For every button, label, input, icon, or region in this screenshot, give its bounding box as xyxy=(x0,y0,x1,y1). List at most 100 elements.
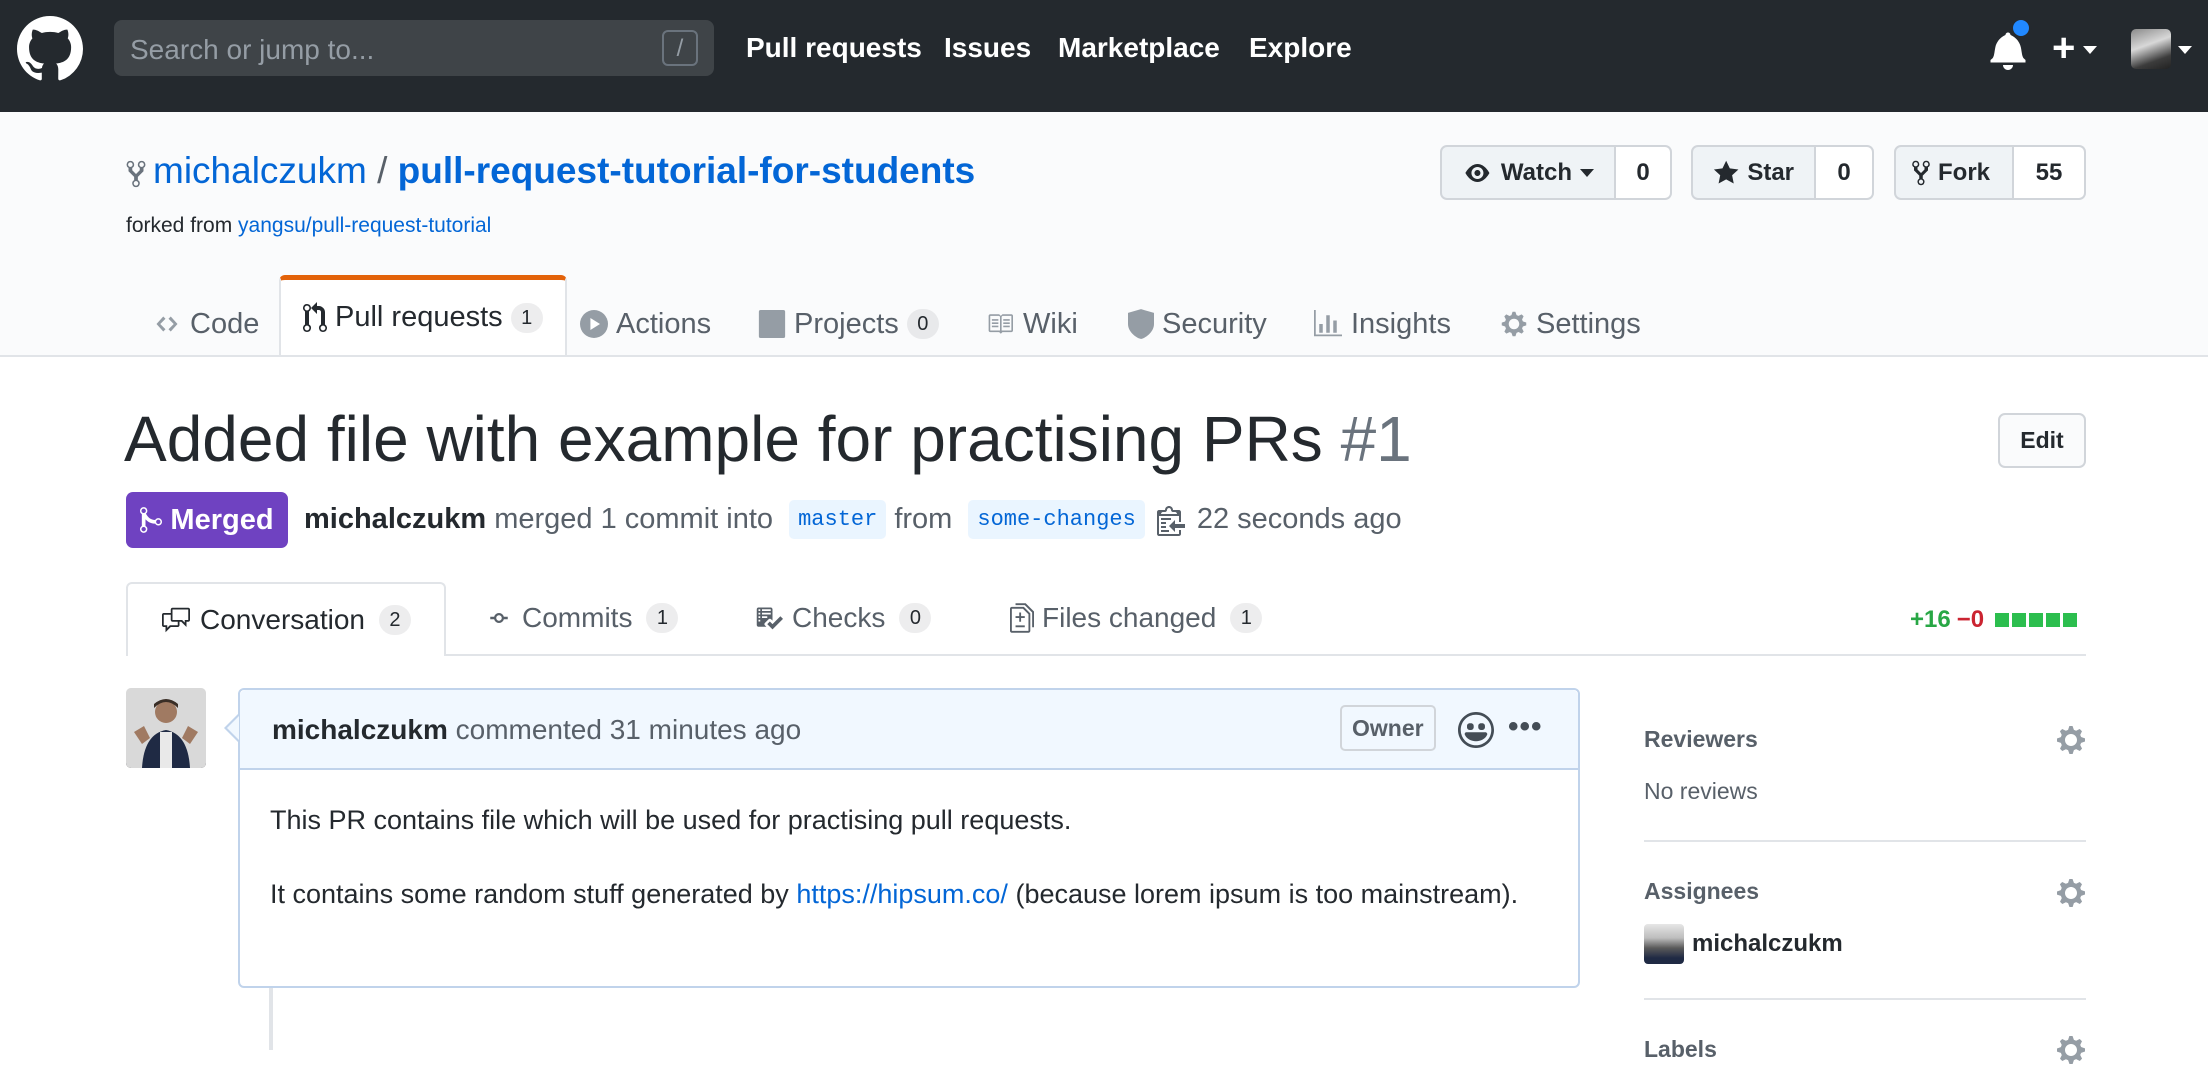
diff-blocks xyxy=(1992,613,2078,627)
git-pull-request-icon xyxy=(303,301,327,332)
watch-button-group: Watch 0 xyxy=(1440,145,1672,200)
tab-checks[interactable]: Checks 0 xyxy=(754,582,932,654)
tab-settings[interactable]: Settings xyxy=(1500,292,1641,356)
clippy-icon[interactable] xyxy=(1156,504,1185,536)
git-commit-icon xyxy=(490,613,508,623)
gear-icon xyxy=(1501,311,1527,337)
reviewers-heading[interactable]: Reviewers xyxy=(1644,726,1758,753)
tab-pull-requests-label: Pull requests xyxy=(335,301,503,333)
book-icon xyxy=(988,314,1013,334)
tab-actions-label: Actions xyxy=(616,307,712,340)
search-input[interactable]: Search or jump to... / xyxy=(114,20,714,76)
file-diff-icon xyxy=(1010,603,1034,633)
tab-insights[interactable]: Insights xyxy=(1313,292,1451,356)
kebab-menu-icon[interactable]: ••• xyxy=(1508,710,1543,744)
tab-wiki[interactable]: Wiki xyxy=(985,292,1078,356)
repo-separator: / xyxy=(377,150,388,191)
timeline-line xyxy=(269,988,273,1050)
owner-badge: Owner xyxy=(1340,705,1436,751)
nav-explore[interactable]: Explore xyxy=(1249,32,1352,64)
repo-name-link[interactable]: pull-request-tutorial-for-students xyxy=(398,150,976,191)
tab-actions[interactable]: Actions xyxy=(580,292,711,356)
diffstat-block xyxy=(2063,613,2078,627)
assignee-item[interactable]: michalczukm xyxy=(1644,924,1843,964)
comment-paragraph-2-before: It contains some random stuff generated … xyxy=(270,879,789,909)
diffstat-block xyxy=(2046,613,2061,627)
edit-title-button[interactable]: Edit xyxy=(1998,413,2086,468)
comment-header-text: michalczukm commented 31 minutes ago xyxy=(272,714,801,746)
pr-title-text: Added file with example for practising P… xyxy=(124,403,1323,475)
comment-discussion-icon xyxy=(162,607,190,633)
tab-pull-requests-count: 1 xyxy=(510,302,543,333)
comment-author-link[interactable]: michalczukm xyxy=(272,714,448,745)
assignees-heading[interactable]: Assignees xyxy=(1644,878,1759,905)
head-branch[interactable]: some-changes xyxy=(968,500,1145,539)
hipsum-link[interactable]: https://hipsum.co/ xyxy=(796,879,1008,909)
pr-merged-time: 22 seconds ago xyxy=(1196,503,1402,535)
reviewers-gear-icon[interactable] xyxy=(2056,724,2086,756)
watch-count[interactable]: 0 xyxy=(1616,145,1672,200)
tab-insights-label: Insights xyxy=(1351,307,1451,340)
nav-marketplace[interactable]: Marketplace xyxy=(1058,32,1220,64)
base-branch[interactable]: master xyxy=(789,500,887,539)
labels-gear-icon[interactable] xyxy=(2056,1034,2086,1066)
smiley-icon[interactable] xyxy=(1458,712,1494,748)
checklist-icon xyxy=(756,607,783,630)
tab-files-changed-label: Files changed xyxy=(1042,602,1217,633)
comment-timestamp-link[interactable]: 31 minutes ago xyxy=(610,714,801,745)
pr-from-text: from xyxy=(894,503,953,535)
tab-code[interactable]: Code xyxy=(152,292,259,356)
tab-files-changed[interactable]: Files changed 1 xyxy=(1010,582,1263,654)
tab-security-label: Security xyxy=(1162,307,1267,340)
star-label: Star xyxy=(1747,158,1794,186)
play-icon xyxy=(580,310,608,338)
star-count[interactable]: 0 xyxy=(1816,145,1874,200)
tab-checks-count: 0 xyxy=(899,603,932,633)
diffstat: +16 −0 xyxy=(1910,606,2078,634)
star-button[interactable]: Star xyxy=(1691,145,1816,200)
comment-author-avatar[interactable] xyxy=(126,688,206,768)
global-header: Search or jump to... / Pull requests Iss… xyxy=(0,0,2208,112)
tab-files-changed-count: 1 xyxy=(1230,603,1263,633)
tab-projects-label: Projects xyxy=(794,307,899,340)
comment-header: michalczukm commented 31 minutes ago Own… xyxy=(240,690,1578,770)
user-avatar[interactable] xyxy=(2131,29,2171,69)
tab-settings-label: Settings xyxy=(1536,307,1641,340)
reviewers-value: No reviews xyxy=(1644,778,1758,804)
tab-projects[interactable]: Projects 0 xyxy=(758,292,939,356)
tab-code-label: Code xyxy=(190,307,260,340)
diffstat-block xyxy=(2012,613,2027,627)
tab-conversation[interactable]: Conversation 2 xyxy=(126,582,446,656)
create-new-icon[interactable]: + xyxy=(2052,26,2075,70)
diff-deletions: −0 xyxy=(1956,606,1985,633)
fork-button[interactable]: Fork xyxy=(1894,145,2014,200)
comment-paragraph-2-after: (because lorem ipsum is too mainstream). xyxy=(1015,879,1519,909)
forked-from-link[interactable]: yangsu/pull-request-tutorial xyxy=(238,214,491,237)
tab-security[interactable]: Security xyxy=(1128,292,1267,356)
diff-additions: +16 xyxy=(1910,606,1951,633)
repo-owner-link[interactable]: michalczukm xyxy=(153,150,367,191)
star-icon xyxy=(1713,160,1739,183)
comment-arrow-inner xyxy=(227,716,239,740)
sidebar-assignees: Assignees michalczukm xyxy=(1644,842,2086,1000)
assignees-gear-icon[interactable] xyxy=(2056,877,2086,909)
shield-icon xyxy=(1128,309,1154,339)
github-logo-icon[interactable] xyxy=(17,16,83,82)
repo-title: michalczukm / pull-request-tutorial-for-… xyxy=(153,150,975,192)
tab-projects-count: 0 xyxy=(906,309,939,339)
tab-commits[interactable]: Commits 1 xyxy=(484,582,679,654)
forked-from: forked from yangsu/pull-request-tutorial xyxy=(126,214,491,238)
watch-button[interactable]: Watch xyxy=(1440,145,1616,200)
nav-issues[interactable]: Issues xyxy=(944,32,1031,64)
merged-state-label: Merged xyxy=(170,503,274,536)
tab-pull-requests[interactable]: Pull requests 1 xyxy=(279,275,567,355)
comment-paragraph-1: This PR contains file which will be used… xyxy=(270,805,1072,835)
tab-checks-label: Checks xyxy=(792,602,886,633)
fork-label: Fork xyxy=(1938,158,1991,186)
user-caret-icon xyxy=(2178,46,2192,54)
git-merge-icon xyxy=(140,507,163,533)
pr-author-link[interactable]: michalczukm xyxy=(304,503,486,536)
fork-count[interactable]: 55 xyxy=(2014,145,2086,200)
repo-forked-icon xyxy=(126,160,146,188)
nav-pull-requests[interactable]: Pull requests xyxy=(746,32,922,64)
